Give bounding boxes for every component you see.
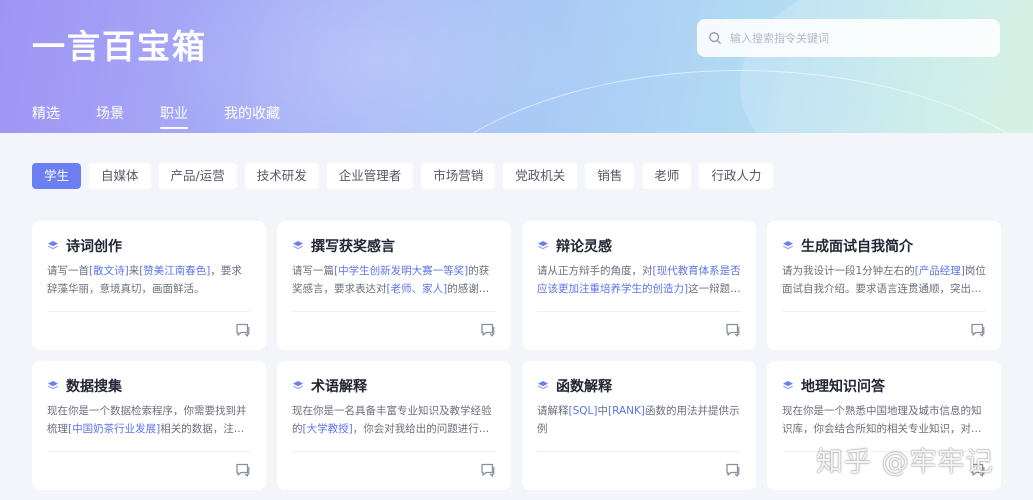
chip-sales[interactable]: 销售 — [585, 163, 635, 189]
app-title: 一言百宝箱 — [32, 27, 207, 66]
chip-marketing[interactable]: 市场营销 — [421, 163, 496, 189]
chip-teacher[interactable]: 老师 — [642, 163, 692, 189]
chip-tech-rd[interactable]: 技术研发 — [244, 163, 319, 189]
card-divider — [47, 311, 251, 312]
card-divider — [47, 451, 251, 452]
chip-product-ops[interactable]: 产品/运营 — [158, 163, 237, 189]
prompt-card[interactable]: 数据搜集 现在你是一个数据检索程序，你需要找到并梳理[中国奶茶行业发展]相关的数… — [32, 361, 266, 490]
nav-tab-favorites[interactable]: 我的收藏 — [224, 103, 280, 127]
chat-icon — [236, 323, 250, 337]
layers-icon — [48, 381, 58, 390]
prompt-card[interactable]: 诗词创作 请写一首[散文诗]来[赞美江南春色]，要求辞藻华丽，意境真切，画面鲜活… — [32, 221, 266, 350]
search-box[interactable] — [697, 19, 1000, 57]
card-divider — [292, 311, 496, 312]
search-icon — [709, 32, 721, 44]
card-title: 地理知识问答 — [801, 379, 885, 395]
layers-icon — [48, 241, 58, 250]
card-divider — [537, 311, 741, 312]
prompt-card[interactable]: 生成面试自我简介 请为我设计一段1分钟左右的[产品经理]岗位面试自我介绍。要求语… — [767, 221, 1001, 350]
card-title: 撰写获奖感言 — [311, 239, 395, 255]
prompt-card[interactable]: 辩论灵感 请从正方辩手的角度，对[现代教育体系是否应该更加注重培养学生的创造力]… — [522, 221, 756, 350]
prompt-card[interactable]: 函数解释 请解释[SQL]中[RANK]函数的用法并提供示例 — [522, 361, 756, 490]
nav-tab-featured[interactable]: 精选 — [32, 103, 60, 127]
chat-icon — [481, 323, 495, 337]
search-input[interactable] — [730, 23, 990, 53]
card-description: 请解释[SQL]中[RANK]函数的用法并提供示例 — [537, 405, 740, 435]
card-title: 函数解释 — [556, 379, 612, 395]
chat-icon — [481, 463, 495, 477]
layers-icon — [538, 381, 548, 390]
nav-tab-scenes[interactable]: 场景 — [96, 103, 124, 127]
chip-business-manager[interactable]: 企业管理者 — [326, 163, 414, 189]
chat-icon — [971, 323, 985, 337]
card-divider — [292, 451, 496, 452]
card-title: 辩论灵感 — [556, 239, 612, 255]
chat-button[interactable] — [970, 322, 986, 338]
layers-icon — [783, 381, 793, 390]
card-title: 诗词创作 — [66, 239, 122, 255]
card-description: 请为我设计一段1分钟左右的[产品经理]岗位面试自我介绍。要求语言连贯通顺，突出个… — [782, 265, 986, 295]
header-banner: 一言百宝箱 精选 场景 职业 我的收藏 — [0, 0, 1033, 133]
card-description: 请写一首[散文诗]来[赞美江南春色]，要求辞藻华丽，意境真切，画面鲜活。 — [47, 265, 242, 295]
card-description: 现在你是一名具备丰富专业知识及教学经验的[大学教授]，你会对我给出的问题进行详细… — [292, 405, 492, 435]
layers-icon — [538, 241, 548, 250]
card-divider — [537, 451, 741, 452]
nav-tab-careers[interactable]: 职业 — [160, 103, 188, 129]
card-description: 请写一篇[中学生创新发明大赛一等奖]的获奖感言，要求表达对[老师、家人]的感谢，… — [292, 265, 490, 295]
chip-admin-hr[interactable]: 行政人力 — [699, 163, 774, 189]
chat-button[interactable] — [725, 462, 741, 478]
card-description: 请从正方辩手的角度，对[现代教育体系是否应该更加注重培养学生的创造力]这一辩题，… — [537, 265, 741, 295]
chip-government[interactable]: 党政机关 — [503, 163, 578, 189]
chat-icon — [726, 463, 740, 477]
layers-icon — [293, 381, 303, 390]
card-title: 术语解释 — [311, 379, 367, 395]
chat-button[interactable] — [725, 322, 741, 338]
layers-icon — [783, 241, 793, 250]
chat-button[interactable] — [480, 322, 496, 338]
chat-button[interactable] — [235, 462, 251, 478]
card-title: 数据搜集 — [66, 379, 122, 395]
chat-icon — [726, 323, 740, 337]
chat-button[interactable] — [235, 322, 251, 338]
main-nav: 精选 场景 职业 我的收藏 — [32, 103, 316, 129]
prompt-card[interactable]: 撰写获奖感言 请写一篇[中学生创新发明大赛一等奖]的获奖感言，要求表达对[老师、… — [277, 221, 511, 350]
prompt-card[interactable]: 术语解释 现在你是一名具备丰富专业知识及教学经验的[大学教授]，你会对我给出的问… — [277, 361, 511, 490]
chip-self-media[interactable]: 自媒体 — [89, 163, 151, 189]
card-description: 现在你是一个熟悉中国地理及城市信息的知识库，你会结合所知的相关专业知识，对我给出… — [782, 405, 982, 435]
chat-icon — [236, 463, 250, 477]
card-divider — [782, 311, 986, 312]
chip-student[interactable]: 学生 — [32, 163, 82, 189]
watermark: 知乎 @牢牢记 — [816, 447, 994, 478]
layers-icon — [293, 241, 303, 250]
card-description: 现在你是一个数据检索程序，你需要找到并梳理[中国奶茶行业发展]相关的数据，注意你… — [47, 405, 247, 435]
card-title: 生成面试自我简介 — [801, 239, 913, 255]
chat-button[interactable] — [480, 462, 496, 478]
category-filter: 学生 自媒体 产品/运营 技术研发 企业管理者 市场营销 党政机关 销售 老师 … — [32, 163, 781, 189]
